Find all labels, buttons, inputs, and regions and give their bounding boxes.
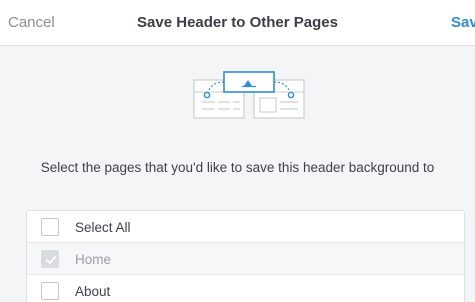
page-list: Select All Home About <box>26 210 465 302</box>
instruction-text: Select the pages that you'd like to save… <box>40 160 435 175</box>
modal-title: Save Header to Other Pages <box>137 14 338 31</box>
list-item-label: Select All <box>75 220 131 235</box>
select-all-checkbox[interactable] <box>41 218 59 236</box>
checkmark-icon <box>46 256 56 264</box>
about-checkbox[interactable] <box>41 282 59 300</box>
list-item-home: Home <box>27 243 464 275</box>
save-button[interactable]: Save <box>451 14 475 31</box>
home-checkbox <box>41 250 59 268</box>
list-item-label: Home <box>75 252 112 267</box>
list-item-about[interactable]: About <box>27 275 464 302</box>
list-item-label: About <box>75 284 111 299</box>
modal-header: Cancel Save Header to Other Pages Save <box>0 0 475 46</box>
header-illustration-icon <box>193 71 305 119</box>
list-item-select-all[interactable]: Select All <box>27 211 464 243</box>
